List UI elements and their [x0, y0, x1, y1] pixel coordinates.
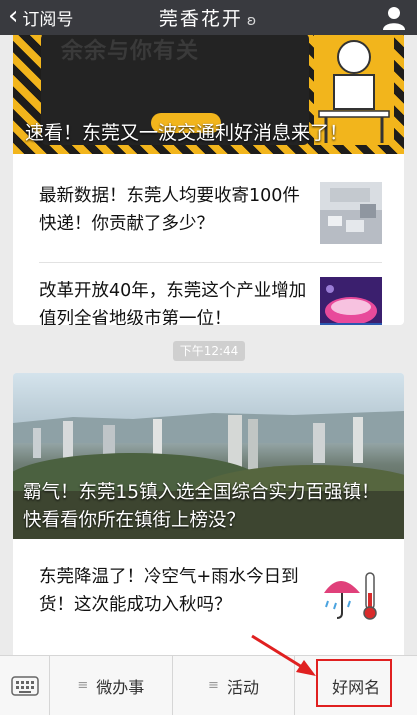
- article-title: 东莞降温了！冷空气+雨水今日到货！这次能成功入秋吗？: [39, 567, 299, 615]
- umbrella-thermometer-icon: [320, 563, 382, 625]
- account-name: 莞香花开: [158, 8, 243, 30]
- menu-huodong[interactable]: ≡ 活动: [173, 656, 296, 715]
- menu-weibanshi[interactable]: ≡ 微办事: [50, 656, 173, 715]
- article-card: 余余与你有关 速看！东莞又一波交通利好消息来了！ 最新数据！东莞人均要收寄100…: [13, 35, 404, 325]
- article-thumbnail: [320, 182, 382, 244]
- chevron-left-icon: ‹: [8, 0, 19, 31]
- article-card: 霸气！东莞15镇入选全国综合实力百强镇！快看看你所在镇街上榜没？ 东莞降温了！冷…: [13, 373, 404, 655]
- menu-label: 活动: [226, 677, 259, 697]
- article-title: 改革开放40年，东莞这个产业增加值列全省地级市第一位！: [39, 281, 307, 325]
- lead-article-title: 速看！东莞又一波交通利好消息来了！: [25, 122, 349, 144]
- timestamp: 下午12:44: [173, 341, 245, 361]
- list-item[interactable]: 改革开放40年，东莞这个产业增加值列全省地级市第一位！: [13, 263, 404, 325]
- list-item[interactable]: 东莞降温了！冷空气+雨水今日到货！这次能成功入秋吗？: [13, 549, 404, 643]
- profile-button[interactable]: [381, 5, 407, 31]
- message-feed[interactable]: 余余与你有关 速看！东莞又一波交通利好消息来了！ 最新数据！东莞人均要收寄100…: [0, 35, 417, 655]
- article-title: 最新数据！东莞人均要收寄100件快递！你贡献了多少？: [39, 186, 300, 234]
- article-thumbnail: [320, 277, 382, 325]
- person-icon: [383, 7, 405, 30]
- keyboard-icon: [10, 675, 39, 696]
- menu-icon: ≡: [77, 678, 89, 693]
- list-item[interactable]: 最新数据！东莞人均要收寄100件快递！你贡献了多少？: [13, 168, 404, 262]
- menu-icon: ≡: [208, 678, 219, 693]
- keyboard-toggle-button[interactable]: [0, 656, 50, 715]
- back-button[interactable]: ‹ 订阅号: [0, 0, 73, 35]
- highlight-box: [316, 659, 392, 707]
- lead-article[interactable]: 霸气！东莞15镇入选全国综合实力百强镇！快看看你所在镇街上榜没？: [13, 373, 404, 539]
- lead-article-title: 霸气！东莞15镇入选全国综合实力百强镇！快看看你所在镇街上榜没？: [23, 482, 380, 531]
- banner-text: 余余与你有关: [61, 39, 200, 64]
- lead-article[interactable]: 余余与你有关 速看！东莞又一波交通利好消息来了！: [13, 35, 404, 154]
- menu-label: 微办事: [96, 677, 145, 697]
- top-navbar: ‹ 订阅号 莞香花开 ʚ: [0, 0, 417, 35]
- back-label: 订阅号: [22, 10, 74, 30]
- ear-icon: ʚ: [246, 13, 259, 29]
